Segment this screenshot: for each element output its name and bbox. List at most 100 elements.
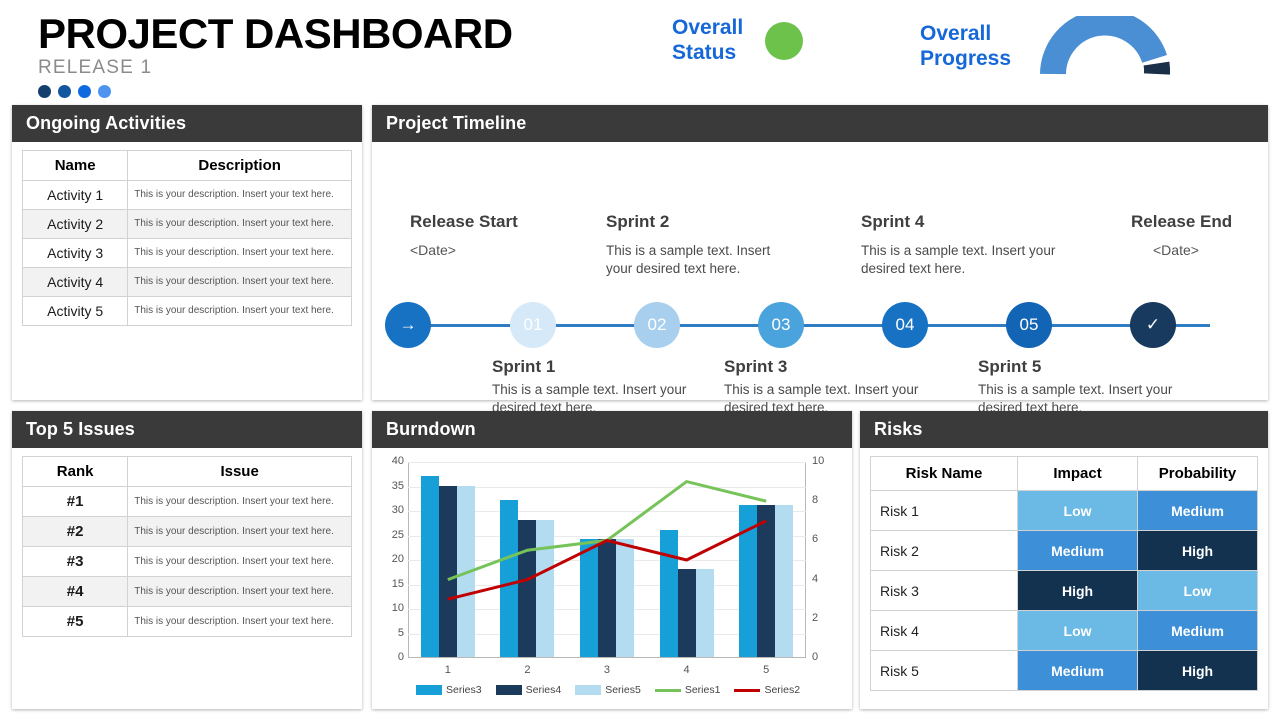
legend-label: Series1	[684, 684, 721, 696]
y2-axis-tick-label: 0	[812, 651, 819, 663]
timeline-start-node[interactable]: →	[385, 302, 431, 348]
table-row: Risk 2 Medium High	[869, 530, 1258, 571]
legend-item-Series5[interactable]: Series5	[575, 684, 641, 696]
decorative-dots	[38, 84, 513, 98]
x-axis-tick-label: 1	[444, 664, 451, 676]
y-axis-tick-label: 30	[391, 504, 404, 516]
x-axis-tick-label: 3	[603, 664, 611, 676]
timeline-node-03[interactable]: 03	[758, 302, 804, 348]
issue-rank: #1	[21, 486, 129, 517]
table-row: #3 This is your description. Insert your …	[21, 546, 352, 577]
timeline-node-05[interactable]: 05	[1006, 302, 1052, 348]
top-issues-title: Top 5 Issues	[12, 411, 362, 448]
x-axis-tick-label: 5	[763, 664, 770, 676]
risk-name: Risk 2	[869, 530, 1019, 571]
activity-name: Activity 4	[21, 267, 129, 297]
overall-progress-label-line2: Progress	[920, 47, 1012, 70]
issues-table-body: #1 This is your description. Insert your …	[21, 486, 352, 637]
overall-progress-kpi: Overall Progress	[920, 9, 1171, 78]
activity-description: This is your description. Insert your te…	[127, 296, 352, 326]
line-Series1	[447, 479, 767, 582]
legend-label: Series4	[525, 684, 562, 696]
status-indicator-circle	[765, 21, 804, 60]
gauge-icon	[1040, 9, 1171, 75]
decorative-dot-1	[38, 84, 51, 98]
issues-header-row: Rank Issue	[21, 456, 352, 487]
overall-status-label: Overall Status	[672, 16, 743, 66]
activities-col-description: Description	[127, 150, 352, 181]
table-row: Risk 5 Medium High	[869, 650, 1258, 691]
timeline-node-02[interactable]: 02	[634, 302, 680, 348]
activity-name: Activity 5	[21, 296, 129, 326]
burndown-plot-area	[408, 462, 806, 658]
ongoing-activities-title: Ongoing Activities	[12, 105, 362, 142]
timeline-release-start-label: Release Start	[410, 212, 518, 231]
issue-description: This is your description. Insert your te…	[127, 486, 352, 517]
project-timeline-title: Project Timeline	[372, 105, 1268, 142]
burndown-panel: Burndown Series3 Series4 Series5 Series1 Ser…	[372, 411, 852, 709]
table-row: Activity 3 This is your description. Inse…	[21, 238, 352, 268]
y-axis-tick-label: 20	[391, 553, 404, 565]
y-axis-tick-label: 10	[391, 602, 404, 614]
risks-header-row: Risk Name Impact Probability	[869, 456, 1258, 491]
table-row: #4 This is your description. Insert your …	[21, 576, 352, 607]
overall-status-kpi: Overall Status	[672, 16, 804, 66]
y-axis-tick-label: 35	[391, 479, 404, 492]
legend-item-Series3[interactable]: Series3	[416, 684, 482, 696]
ongoing-activities-body: Name Description Activity 1 This is your …	[12, 142, 362, 336]
risks-panel: Risks Risk Name Impact Probability Risk …	[860, 411, 1268, 709]
table-row: Risk 3 High Low	[869, 570, 1258, 611]
activity-description: This is your description. Insert your te…	[127, 209, 352, 239]
legend-item-Series1[interactable]: Series1	[654, 684, 721, 696]
table-row: Risk 4 Low Medium	[869, 610, 1258, 651]
risk-probability-badge: Medium	[1137, 490, 1258, 531]
risks-table: Risk Name Impact Probability Risk 1 Low Me…	[869, 456, 1258, 691]
x-axis-tick-label: 4	[683, 664, 690, 676]
overall-progress-label: Overall Progress	[920, 22, 1011, 72]
legend-label: Series3	[446, 684, 482, 696]
decorative-dot-3	[78, 84, 91, 98]
burndown-chart: Series3 Series4 Series5 Series1 Series2 0 5 10…	[382, 455, 842, 708]
activity-name: Activity 3	[21, 238, 129, 268]
top-issues-panel: Top 5 Issues Rank Issue #1 This is your d…	[12, 411, 362, 709]
y-axis-tick-label: 15	[391, 577, 404, 590]
y2-axis-tick-label: 10	[812, 455, 825, 467]
issue-description: This is your description. Insert your te…	[127, 516, 352, 547]
legend-swatch	[654, 688, 681, 692]
line-Series2	[447, 519, 767, 601]
timeline-node-04[interactable]: 04	[882, 302, 928, 348]
issues-col-issue: Issue	[127, 456, 352, 487]
timeline-release-end-label: Release End	[1131, 212, 1233, 231]
table-row: Risk 1 Low Medium	[869, 490, 1258, 531]
y2-axis-tick-label: 6	[812, 533, 819, 546]
y2-axis-tick-label: 2	[812, 611, 819, 624]
legend-item-Series4[interactable]: Series4	[495, 684, 562, 696]
dashboard-header: PROJECT DASHBOARD RELEASE 1 Overall Stat…	[0, 0, 1280, 100]
decorative-dot-4	[98, 84, 111, 98]
project-timeline-panel: Project Timeline → 01 02 03 04 05 ✓ Release Sta…	[372, 105, 1268, 415]
issue-description: This is your description. Insert your te…	[127, 606, 352, 637]
legend-label: Series2	[764, 684, 801, 696]
legend-item-Series2[interactable]: Series2	[734, 684, 800, 696]
decorative-dot-2	[58, 84, 71, 98]
timeline-node-01[interactable]: 01	[510, 302, 556, 348]
y-axis-tick-label: 40	[391, 455, 404, 467]
issue-description: This is your description. Insert your te…	[127, 546, 352, 577]
burndown-title: Burndown	[372, 411, 852, 448]
timeline-sprint4-label: Sprint 4	[861, 212, 925, 231]
dashboard-page: PROJECT DASHBOARD RELEASE 1 Overall Stat…	[0, 0, 1280, 720]
activities-table-body: Activity 1 This is your description. Inse…	[21, 180, 352, 326]
risks-col-probability: Probability	[1137, 456, 1258, 491]
legend-swatch	[495, 685, 522, 695]
timeline-end-node[interactable]: ✓	[1130, 302, 1176, 348]
overall-progress-label-line1: Overall	[920, 22, 992, 46]
activities-table: Name Description Activity 1 This is your …	[21, 150, 352, 326]
issues-table: Rank Issue #1 This is your description. I…	[21, 456, 352, 637]
burndown-legend: Series3 Series4 Series5 Series1 Series2	[416, 684, 800, 696]
table-row: #2 This is your description. Insert your …	[21, 516, 352, 547]
activity-description: This is your description. Insert your te…	[127, 238, 352, 268]
risk-name: Risk 4	[869, 610, 1019, 651]
issues-table-head: Rank Issue	[21, 456, 352, 487]
timeline-graphic: → 01 02 03 04 05 ✓ Release Start <Date> Sprint 2 T…	[382, 150, 1258, 415]
top-issues-body: Rank Issue #1 This is your description. I…	[12, 448, 362, 647]
